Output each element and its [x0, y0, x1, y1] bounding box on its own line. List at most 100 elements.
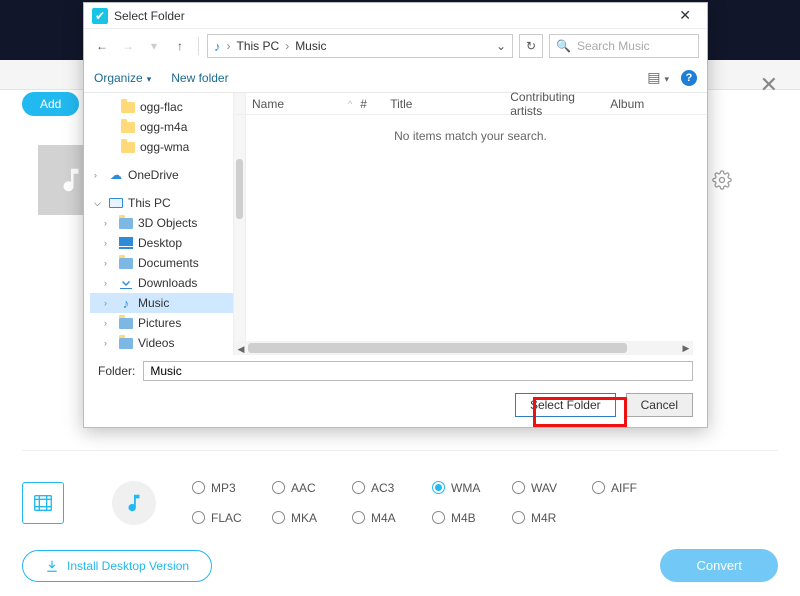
radio-label: AIFF	[611, 481, 637, 495]
cancel-button[interactable]: Cancel	[626, 393, 693, 417]
tree-item-local-disk-c-[interactable]: ›Local Disk (C:)	[90, 353, 233, 355]
format-radio-aiff[interactable]: AIFF	[592, 475, 672, 501]
tree-item-3d-objects[interactable]: ›3D Objects	[90, 213, 233, 233]
view-menu[interactable]: ▤	[647, 69, 669, 86]
close-icon[interactable]: ✕	[760, 72, 778, 98]
organize-menu[interactable]: Organize	[94, 71, 151, 85]
radio-icon	[432, 481, 445, 494]
tree-item-pictures[interactable]: ›Pictures	[90, 313, 233, 333]
install-label: Install Desktop Version	[67, 559, 189, 573]
radio-icon	[352, 481, 365, 494]
desk-icon	[118, 237, 134, 249]
convert-button[interactable]: Convert	[660, 549, 778, 582]
help-button[interactable]: ?	[681, 70, 697, 86]
breadcrumb-music[interactable]: Music	[295, 39, 326, 53]
tree-item[interactable]: ogg-m4a	[90, 117, 233, 137]
col-num[interactable]: #	[352, 97, 382, 111]
search-icon: 🔍	[556, 39, 571, 53]
radio-label: AAC	[291, 481, 316, 495]
breadcrumb-thispc[interactable]: This PC	[237, 39, 280, 53]
scrollbar-thumb[interactable]	[248, 343, 627, 353]
forward-button[interactable]: →	[118, 39, 138, 53]
format-radio-aac[interactable]: AAC	[272, 475, 352, 501]
recent-dropdown[interactable]: ▾	[144, 39, 164, 53]
add-button[interactable]: Add	[22, 92, 79, 116]
radio-label: MP3	[211, 481, 236, 495]
horizontal-scrollbar[interactable]: ◀ ▶	[234, 341, 693, 355]
refresh-button[interactable]: ↻	[519, 34, 543, 58]
tree-item-desktop[interactable]: ›Desktop	[90, 233, 233, 253]
folder-input[interactable]	[143, 361, 693, 381]
dialog-body: ogg-flac ogg-m4a ogg-wma ›☁OneDrive ⌵Thi…	[84, 93, 707, 355]
pic-icon	[118, 318, 134, 329]
col-title[interactable]: Title	[382, 97, 502, 111]
folder-input-row: Folder:	[84, 355, 707, 387]
app-icon: ✔	[92, 8, 108, 24]
audio-format-icon[interactable]	[112, 481, 156, 525]
col-album[interactable]: Album	[602, 97, 652, 111]
radio-icon	[512, 511, 525, 524]
tree-item-downloads[interactable]: ›Downloads	[90, 273, 233, 293]
format-radio-mka[interactable]: MKA	[272, 505, 352, 531]
radio-icon	[192, 511, 205, 524]
format-radio-wav[interactable]: WAV	[512, 475, 592, 501]
select-folder-dialog: ✔ Select Folder ✕ ← → ▾ ↑ ♪ › This PC › …	[83, 2, 708, 428]
dialog-buttons: Select Folder Cancel	[84, 387, 707, 427]
tree-item[interactable]: ogg-wma	[90, 137, 233, 157]
tree-thispc[interactable]: ⌵This PC	[90, 193, 233, 213]
dialog-close-button[interactable]: ✕	[671, 5, 699, 26]
chevron-down-icon[interactable]: ⌄	[496, 39, 506, 53]
doc-icon	[118, 258, 134, 269]
tree-item-videos[interactable]: ›Videos	[90, 333, 233, 353]
col-contrib[interactable]: Contributing artists	[502, 90, 602, 118]
format-radio-mp3[interactable]: MP3	[192, 475, 272, 501]
vid-icon	[118, 338, 134, 349]
radio-label: M4A	[371, 511, 396, 525]
file-list: Name ^ # Title Contributing artists Albu…	[234, 93, 707, 355]
radio-label: WAV	[531, 481, 557, 495]
format-radio-wma[interactable]: WMA	[432, 475, 512, 501]
format-radio-m4b[interactable]: M4B	[432, 505, 512, 531]
up-button[interactable]: ↑	[170, 39, 190, 53]
folder-label: Folder:	[98, 364, 135, 378]
tree-item[interactable]: ogg-flac	[90, 97, 233, 117]
address-bar[interactable]: ♪ › This PC › Music ⌄	[207, 34, 513, 58]
new-folder-button[interactable]: New folder	[171, 71, 228, 85]
add-label: Add	[40, 97, 61, 111]
folder-tree[interactable]: ogg-flac ogg-m4a ogg-wma ›☁OneDrive ⌵Thi…	[84, 93, 234, 355]
radio-label: AC3	[371, 481, 394, 495]
select-folder-button[interactable]: Select Folder	[515, 393, 616, 417]
format-radio-group: MP3 AAC AC3 WMA WAV AIFF FLAC MKA M4A M4B M4R	[192, 475, 672, 531]
dl-icon	[118, 277, 134, 289]
settings-icon[interactable]	[712, 170, 732, 195]
dialog-toolbar: Organize New folder ▤ ?	[84, 63, 707, 93]
format-radio-ac3[interactable]: AC3	[352, 475, 432, 501]
scroll-right-button[interactable]: ▶	[679, 341, 693, 355]
search-input[interactable]: 🔍 Search Music	[549, 34, 699, 58]
install-button[interactable]: Install Desktop Version	[22, 550, 212, 582]
radio-label: M4B	[451, 511, 476, 525]
format-radio-m4a[interactable]: M4A	[352, 505, 432, 531]
radio-icon	[432, 511, 445, 524]
column-headers[interactable]: Name ^ # Title Contributing artists Albu…	[234, 93, 707, 115]
scroll-left-button[interactable]: ◀	[234, 343, 248, 357]
format-radio-m4r[interactable]: M4R	[512, 505, 592, 531]
search-placeholder: Search Music	[577, 39, 650, 53]
radio-icon	[272, 481, 285, 494]
nav-row: ← → ▾ ↑ ♪ › This PC › Music ⌄ ↻ 🔍 Search…	[84, 29, 707, 63]
radio-label: MKA	[291, 511, 317, 525]
radio-icon	[192, 481, 205, 494]
footer: Install Desktop Version Convert	[22, 549, 778, 582]
music-icon: ♪	[118, 296, 134, 311]
video-format-icon[interactable]	[22, 482, 64, 524]
col-name[interactable]: Name	[244, 97, 354, 111]
tree-item-music[interactable]: ›♪Music	[90, 293, 233, 313]
radio-icon	[272, 511, 285, 524]
music-icon: ♪	[214, 39, 221, 54]
radio-icon	[512, 481, 525, 494]
dialog-title: Select Folder	[114, 9, 185, 23]
tree-onedrive[interactable]: ›☁OneDrive	[90, 165, 233, 185]
format-radio-flac[interactable]: FLAC	[192, 505, 272, 531]
tree-item-documents[interactable]: ›Documents	[90, 253, 233, 273]
back-button[interactable]: ←	[92, 39, 112, 53]
